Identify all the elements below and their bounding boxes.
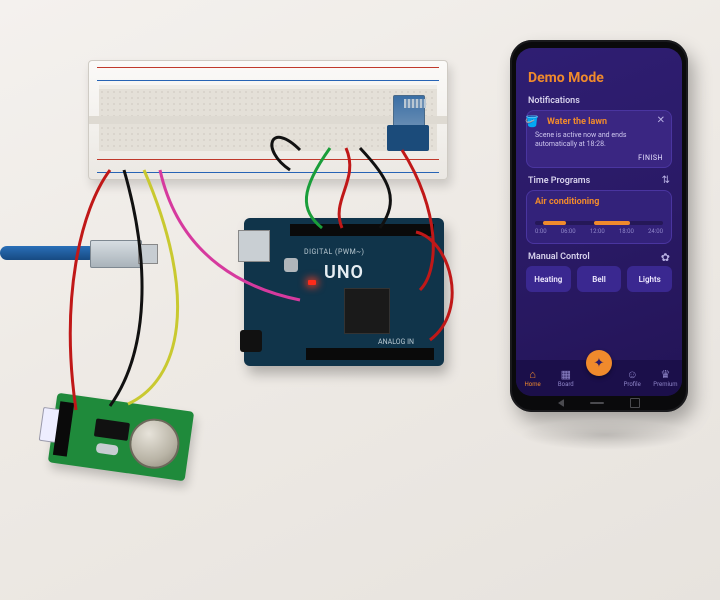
- power-led-icon: [308, 280, 316, 285]
- pill-bell[interactable]: Bell: [577, 266, 622, 292]
- crown-icon: ♛: [660, 369, 670, 380]
- tab-board[interactable]: ▦Board: [549, 360, 582, 396]
- star-icon[interactable]: ✦: [586, 350, 612, 376]
- workbench-scene: DIGITAL (PWM~) UNO ANALOG IN Demo Mode N…: [0, 0, 720, 600]
- bluetooth-module: [387, 95, 429, 151]
- android-navbar[interactable]: [516, 398, 682, 408]
- bottom-tabbar: ⌂Home ▦Board ✦ ☺Profile ♛Premium: [516, 360, 682, 396]
- notification-body: Scene is active now and ends automatical…: [535, 131, 635, 149]
- recents-icon: [630, 398, 640, 408]
- analog-label: ANALOG IN: [378, 338, 414, 346]
- rtc-module: [48, 393, 194, 482]
- reorder-icon[interactable]: ⇅: [662, 175, 670, 186]
- notification-title: Water the lawn: [535, 117, 607, 127]
- tab-premium[interactable]: ♛Premium: [649, 360, 682, 396]
- app-screen[interactable]: Demo Mode Notifications 🪣 Water the lawn…: [516, 48, 682, 396]
- tick: 06:00: [561, 228, 576, 235]
- page-title: Demo Mode: [528, 70, 604, 86]
- time-program-card[interactable]: Air conditioning 0:00 06:00 12:00 18:00 …: [526, 190, 672, 244]
- timeline: 0:00 06:00 12:00 18:00 24:00: [535, 215, 663, 235]
- notification-card[interactable]: 🪣 Water the lawn ✕ Scene is active now a…: [526, 110, 672, 168]
- tick: 24:00: [648, 228, 663, 235]
- tick: 18:00: [619, 228, 634, 235]
- arduino-uno: DIGITAL (PWM~) UNO ANALOG IN: [244, 218, 444, 366]
- board-icon: ▦: [561, 369, 571, 380]
- digital-label: DIGITAL (PWM~): [304, 248, 364, 256]
- pill-heating[interactable]: Heating: [526, 266, 571, 292]
- tick: 0:00: [535, 228, 547, 235]
- tab-action[interactable]: ✦: [582, 360, 615, 396]
- tab-home[interactable]: ⌂Home: [516, 360, 549, 396]
- section-time-programs: Time Programs: [528, 176, 590, 186]
- board-name: UNO: [324, 262, 364, 283]
- section-manual-control: Manual Control: [528, 252, 590, 262]
- breadboard: [88, 60, 448, 180]
- home-icon: ⌂: [529, 369, 536, 380]
- section-notifications: Notifications: [528, 96, 580, 106]
- usb-cable: [0, 234, 140, 280]
- close-icon[interactable]: ✕: [657, 115, 665, 126]
- profile-icon: ☺: [627, 369, 638, 380]
- pill-lights[interactable]: Lights: [627, 266, 672, 292]
- tab-profile[interactable]: ☺Profile: [616, 360, 649, 396]
- home-bar-icon: [590, 402, 604, 404]
- finish-button[interactable]: FINISH: [638, 154, 663, 162]
- back-icon: [558, 399, 564, 407]
- smartphone: Demo Mode Notifications 🪣 Water the lawn…: [510, 40, 688, 412]
- program-name: Air conditioning: [535, 197, 599, 207]
- tick: 12:00: [590, 228, 605, 235]
- settings-icon[interactable]: ✿: [661, 251, 670, 264]
